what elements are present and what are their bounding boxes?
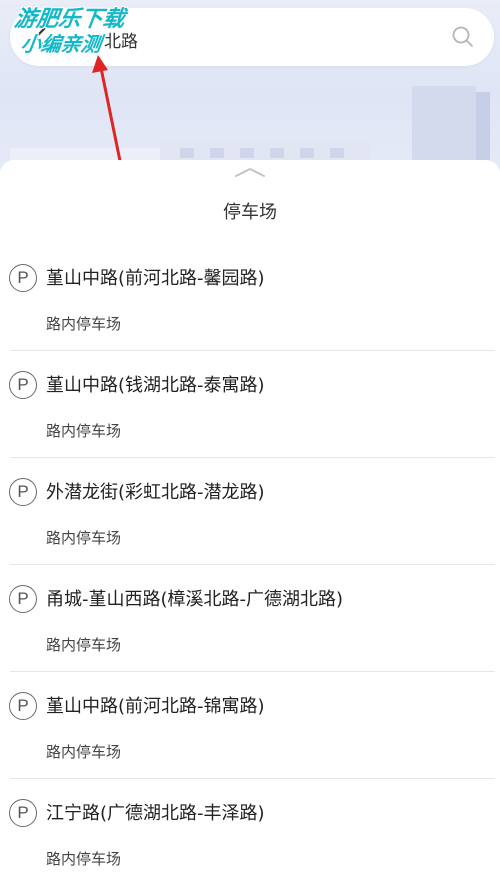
collapse-handle-icon[interactable] [234,166,266,178]
parking-name: 堇山中路(前河北路-锦寓路) [46,696,265,717]
parking-name: 甬城-堇山西路(樟溪北路-广德湖北路) [46,589,344,610]
parking-type: 路内停车场 [46,850,122,868]
parking-list-item[interactable]: P 堇山中路(前河北路-馨园路) 路内停车场 [0,244,500,351]
parking-icon: P [9,799,37,827]
parking-list-item[interactable]: P 外潜龙街(彩虹北路-潜龙路) 路内停车场 [0,458,500,565]
parking-type: 路内停车场 [46,743,122,761]
parking-list-item[interactable]: P 堇山中路(前河北路-锦寓路) 路内停车场 [0,672,500,779]
parking-results-panel: 停车场 P 堇山中路(前河北路-馨园路) 路内停车场 P 堇山中路(钱湖北路-泰… [0,160,500,868]
parking-list-item[interactable]: P 甬城-堇山西路(樟溪北路-广德湖北路) 路内停车场 [0,565,500,672]
parking-name: 外潜龙街(彩虹北路-潜龙路) [46,482,265,503]
parking-list-item[interactable]: P 江宁路(广德湖北路-丰泽路) 路内停车场 [0,779,500,886]
parking-list: P 堇山中路(前河北路-馨园路) 路内停车场 P 堇山中路(钱湖北路-泰寓路) … [0,244,500,886]
building-window [180,148,194,158]
parking-list-item[interactable]: P 堇山中路(钱湖北路-泰寓路) 路内停车场 [0,351,500,458]
parking-name: 江宁路(广德湖北路-丰泽路) [46,803,265,824]
building-shape [412,86,490,170]
parking-type: 路内停车场 [46,529,122,547]
parking-icon: P [9,585,37,613]
parking-name: 堇山中路(钱湖北路-泰寓路) [46,375,265,396]
parking-type: 路内停车场 [46,636,122,654]
building-window [330,148,344,158]
building-window [210,148,224,158]
parking-type: 路内停车场 [46,422,122,440]
parking-icon: P [9,692,37,720]
watermark-line-2: 小编亲测 [19,32,103,56]
watermark-line-1: 游肥乐下载 [12,7,127,32]
search-icon[interactable] [450,24,476,50]
building-window [270,148,284,158]
parking-icon: P [9,478,37,506]
parking-icon: P [9,371,37,399]
building-window [240,148,254,158]
parking-name: 堇山中路(前河北路-馨园路) [46,268,265,289]
parking-icon: P [9,264,37,292]
panel-title: 停车场 [223,202,277,223]
parking-type: 路内停车场 [46,315,122,333]
building-window [300,148,314,158]
